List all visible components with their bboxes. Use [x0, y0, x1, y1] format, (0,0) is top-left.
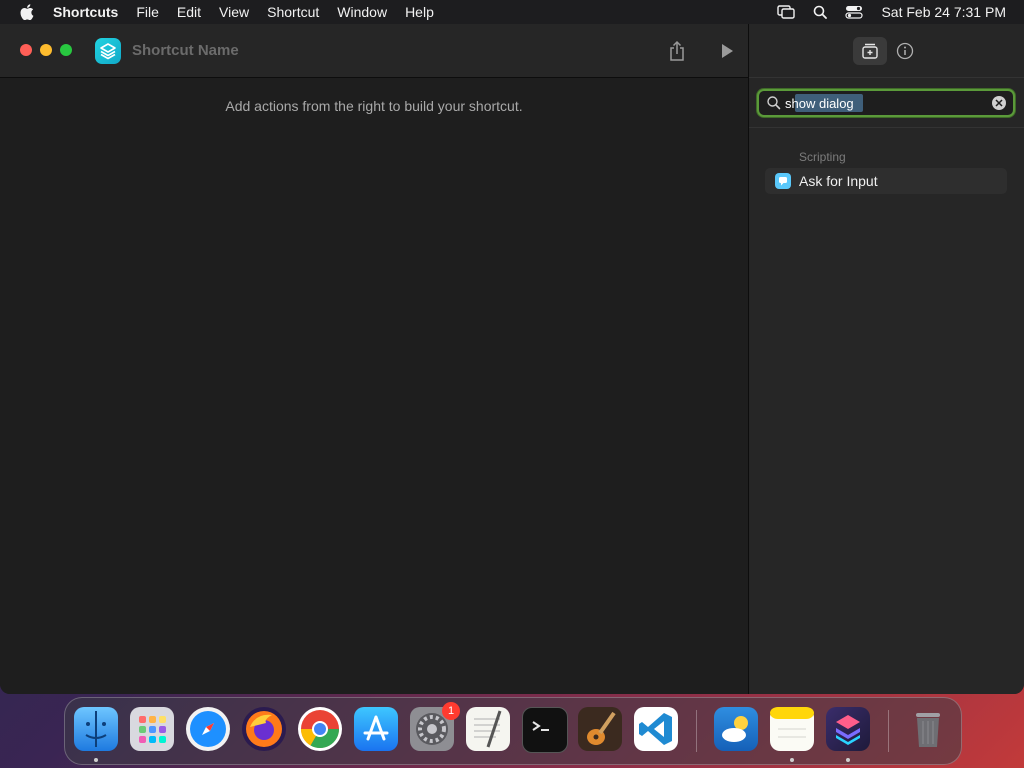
shortcuts-running-dot: [846, 758, 850, 762]
weather-icon[interactable]: [714, 707, 758, 751]
action-search-field[interactable]: [757, 89, 1015, 117]
system-settings-badge: 1: [442, 702, 460, 720]
launchpad-icon[interactable]: [130, 707, 174, 751]
zoom-window-button[interactable]: [60, 44, 72, 56]
ask-for-input-icon: [775, 173, 791, 189]
action-library-icon: [862, 43, 878, 59]
minimize-window-button[interactable]: [40, 44, 52, 56]
editor-hint: Add actions from the right to build your…: [225, 98, 523, 114]
dock-separator: [696, 710, 697, 752]
dock: 1: [64, 697, 962, 765]
dock-separator: [888, 710, 889, 752]
results-section-title: Scripting: [799, 150, 846, 164]
share-button[interactable]: [665, 38, 689, 64]
menu-window[interactable]: Window: [328, 0, 396, 24]
menu-edit[interactable]: Edit: [168, 0, 210, 24]
menu-app-name[interactable]: Shortcuts: [44, 0, 127, 24]
close-window-button[interactable]: [20, 44, 32, 56]
chrome-icon[interactable]: [298, 707, 342, 751]
menu-file[interactable]: File: [127, 0, 168, 24]
sidebar-separator: [749, 127, 1024, 128]
finder-running-dot: [94, 758, 98, 762]
menu-clock[interactable]: Sat Feb 24 7:31 PM: [881, 4, 1006, 20]
finder-icon[interactable]: [74, 707, 118, 751]
menu-shortcut[interactable]: Shortcut: [258, 0, 328, 24]
firefox-icon[interactable]: [242, 707, 286, 751]
shortcuts-layers-icon: [100, 43, 116, 60]
shortcut-editor[interactable]: Add actions from the right to build your…: [0, 78, 748, 694]
actions-sidebar: Scripting Ask for Input: [749, 24, 1024, 694]
app-store-icon[interactable]: [354, 707, 398, 751]
apple-menu-icon[interactable]: [18, 3, 36, 21]
clear-search-button[interactable]: [992, 96, 1006, 110]
clear-icon: [995, 99, 1003, 107]
menu-help[interactable]: Help: [396, 0, 443, 24]
screen-mirroring-icon[interactable]: [775, 3, 797, 21]
share-icon: [670, 40, 684, 61]
spotlight-search-icon[interactable]: [809, 3, 831, 21]
shortcut-icon-button[interactable]: [95, 38, 121, 64]
notes-running-dot: [790, 758, 794, 762]
action-result-ask-for-input[interactable]: Ask for Input: [765, 168, 1007, 194]
vscode-icon[interactable]: [634, 707, 678, 751]
control-center-icon[interactable]: [843, 3, 865, 21]
search-icon: [767, 96, 781, 110]
textedit-icon[interactable]: [466, 707, 510, 751]
menu-view[interactable]: View: [210, 0, 258, 24]
safari-icon[interactable]: [186, 707, 230, 751]
shortcuts-window: Shortcut Name Add actions from the right…: [0, 24, 1024, 694]
terminal-icon[interactable]: [522, 707, 568, 753]
action-result-label: Ask for Input: [799, 173, 878, 189]
trash-icon[interactable]: [906, 707, 950, 751]
action-library-button[interactable]: [853, 37, 887, 65]
menu-bar: Shortcuts File Edit View Shortcut Window…: [0, 0, 1024, 24]
shortcut-name-field[interactable]: Shortcut Name: [132, 42, 239, 59]
info-icon: [896, 42, 914, 60]
details-button[interactable]: [894, 40, 916, 62]
sidebar-toolbar: [749, 24, 1024, 78]
search-input[interactable]: [785, 93, 985, 113]
garageband-icon[interactable]: [578, 707, 622, 751]
notes-icon[interactable]: [770, 707, 814, 751]
play-icon: [722, 44, 733, 58]
title-bar: Shortcut Name: [0, 24, 748, 78]
run-button[interactable]: [716, 39, 738, 63]
shortcuts-app-icon[interactable]: [826, 707, 870, 751]
